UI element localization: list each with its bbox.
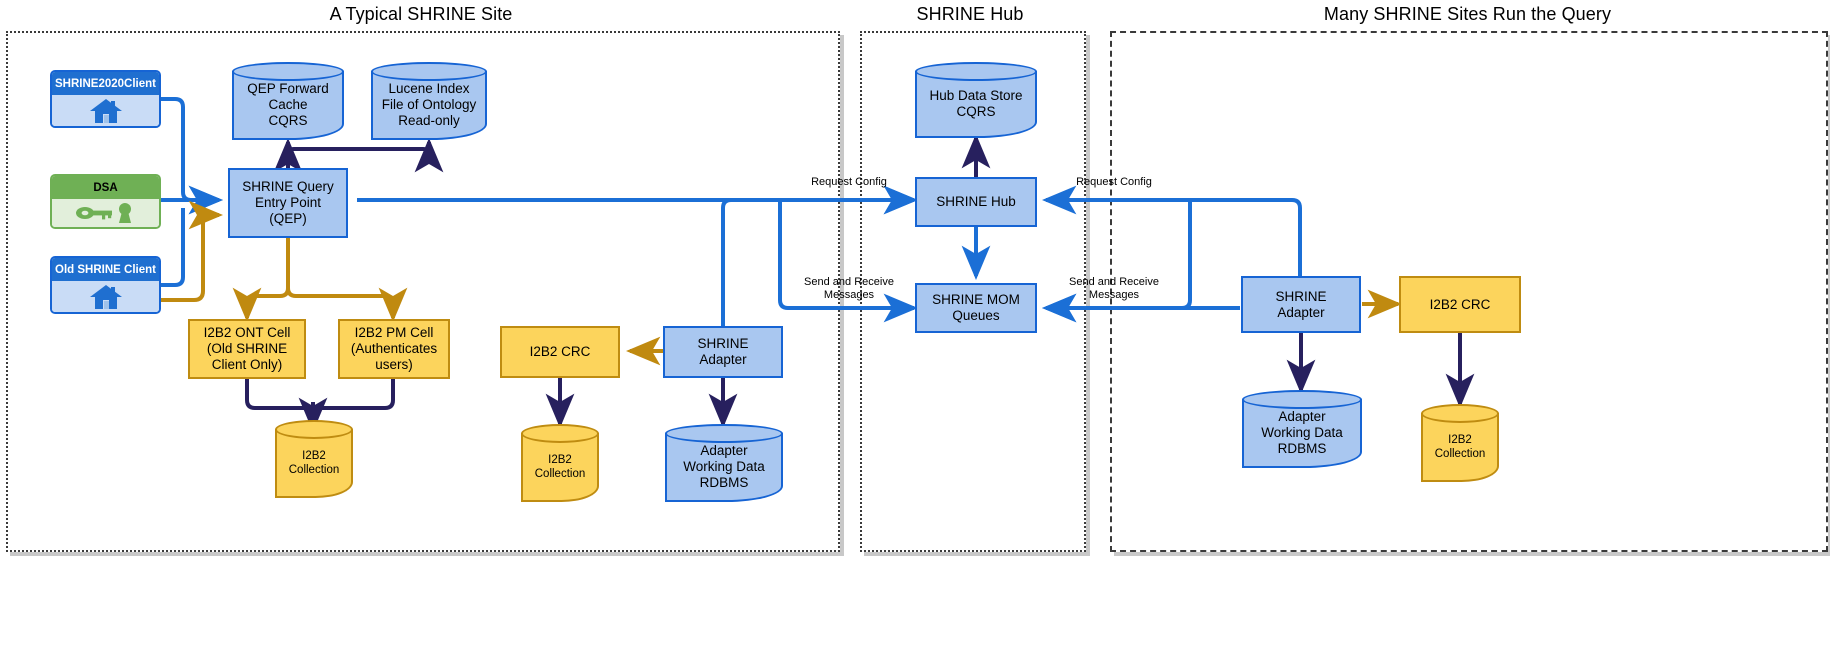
node-label: I2B2 CRC	[1429, 296, 1491, 312]
node-label: I2B2 CRC	[529, 344, 591, 359]
datastore-adapter-working-data-site: Adapter Working Data RDBMS	[665, 424, 783, 502]
panel-title-site: A Typical SHRINE Site	[329, 4, 513, 24]
node-i2b2-crc-site[interactable]: I2B2 CRC	[500, 326, 620, 378]
datastore-label: I2B2 Collection	[534, 454, 586, 480]
node-label: SHRINE Hub	[936, 194, 1016, 209]
node-label: SHRINE Adapter	[697, 336, 749, 367]
datastore-label: Lucene Index File of Ontology Read-only	[381, 81, 477, 128]
edge-label-request-config-left: Request Config	[811, 176, 887, 188]
datastore-lucene-index: Lucene Index File of Ontology Read-only	[371, 62, 487, 140]
node-i2b2-pm-cell[interactable]: I2B2 PM Cell (Authenticates users)	[338, 319, 450, 379]
client-card-title: SHRINE2020Client	[52, 72, 159, 95]
node-label: SHRINE Adapter	[1275, 288, 1327, 320]
client-card-shrine2020client[interactable]: SHRINE2020Client	[50, 70, 161, 128]
dsa-card-title: DSA	[52, 176, 159, 199]
house-icon	[89, 284, 122, 309]
datastore-i2b2-collection-crc: I2B2 Collection	[521, 424, 599, 502]
panel-title-many: Many SHRINE Sites Run the Query	[1323, 4, 1612, 24]
datastore-label: I2B2 Collection	[1434, 434, 1486, 460]
node-i2b2-ont-cell[interactable]: I2B2 ONT Cell (Old SHRINE Client Only)	[188, 319, 306, 379]
client-card-dsa[interactable]: DSA	[50, 174, 161, 229]
node-label: SHRINE Query Entry Point (QEP)	[242, 179, 334, 226]
datastore-label: QEP Forward Cache CQRS	[247, 81, 329, 128]
datastore-label: Hub Data Store CQRS	[929, 88, 1023, 119]
client-card-title: Old SHRINE Client	[52, 258, 159, 281]
node-shrine-adapter-many[interactable]: SHRINE Adapter	[1241, 276, 1361, 333]
node-shrine-adapter-site[interactable]: SHRINE Adapter	[663, 326, 783, 378]
edge-label-messages-left: Send and Receive Messages	[804, 276, 894, 301]
diagram-canvas: A Typical SHRINE Site SHRINE Hub Many SH…	[0, 0, 1830, 657]
key-icon	[75, 203, 131, 223]
edge-label-request-config-right: Request Config	[1076, 176, 1152, 188]
datastore-qep-forward-cache: QEP Forward Cache CQRS	[232, 62, 344, 140]
node-i2b2-crc-many[interactable]: I2B2 CRC	[1399, 276, 1521, 333]
node-label: I2B2 ONT Cell (Old SHRINE Client Only)	[203, 325, 291, 372]
edge-label-messages-right: Send and Receive Messages	[1069, 276, 1159, 301]
client-card-old-shrine-client[interactable]: Old SHRINE Client	[50, 256, 161, 314]
node-shrine-mom-queues[interactable]: SHRINE MOM Queues	[915, 283, 1037, 333]
datastore-i2b2-collection-cells: I2B2 Collection	[275, 420, 353, 498]
node-shrine-query-entry-point[interactable]: SHRINE Query Entry Point (QEP)	[228, 168, 348, 238]
node-shrine-hub[interactable]: SHRINE Hub	[915, 177, 1037, 227]
node-label: I2B2 PM Cell (Authenticates users)	[350, 325, 438, 372]
datastore-i2b2-collection-many: I2B2 Collection	[1421, 404, 1499, 482]
house-icon	[89, 98, 122, 123]
datastore-adapter-working-data-many: Adapter Working Data RDBMS	[1242, 390, 1362, 468]
datastore-label: Adapter Working Data RDBMS	[1261, 409, 1343, 456]
panel-title-hub: SHRINE Hub	[916, 4, 1024, 24]
node-label: SHRINE MOM Queues	[932, 292, 1020, 323]
datastore-label: Adapter Working Data RDBMS	[683, 443, 765, 490]
datastore-label: I2B2 Collection	[288, 450, 340, 476]
datastore-hub-data-store: Hub Data Store CQRS	[915, 62, 1037, 138]
